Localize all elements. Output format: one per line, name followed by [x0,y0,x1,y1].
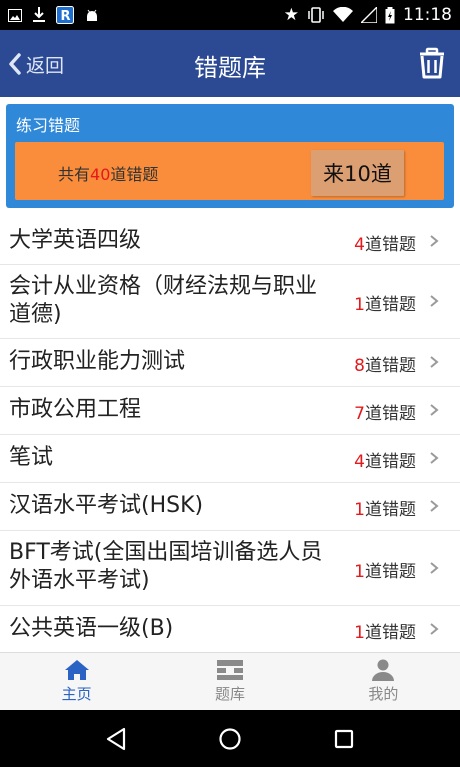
status-left-icons: R [8,6,100,24]
item-name: 公共英语一级(B) [9,616,174,641]
item-count: 7道错题 [354,399,416,424]
count-number: 4 [354,452,365,472]
count-suffix: 道错题 [365,356,416,376]
item-count: 1道错题 [354,495,416,520]
chevron-right-icon [430,356,439,368]
vibrate-icon [308,7,324,23]
count-number: 1 [354,562,365,582]
svg-text:R: R [61,9,71,24]
list-item[interactable]: 笔试 4道错题 [0,435,460,483]
list-item[interactable]: 公共英语一级(B) 1道错题 [0,606,460,652]
home-icon [64,660,89,680]
wrong-question-list: 大学英语四级 4道错题 会计从业资格（财经法规与职业道德) 1道错题 行政职业能… [0,218,460,652]
summary-count: 40 [90,165,111,184]
chevron-right-icon [430,235,439,247]
practice-title: 练习错题 [16,116,81,135]
delete-button[interactable] [416,46,448,80]
count-suffix: 道错题 [365,623,416,643]
system-nav-bar [0,710,460,767]
download-icon [33,7,45,22]
page-title: 错题库 [194,54,266,82]
item-name: 汉语水平考试(HSK) [9,493,204,518]
content-area: 练习错题 共有40道错题 来10道 大学英语四级 4道错题 会计从业资格（财经法… [0,97,460,652]
item-count: 4道错题 [354,230,416,255]
recents-square-icon[interactable] [333,728,355,750]
practice-card: 练习错题 共有40道错题 来10道 [6,104,454,208]
practice-summary-bar: 共有40道错题 来10道 [15,142,444,200]
summary-prefix: 共有 [58,165,91,184]
chevron-right-icon [430,500,439,512]
count-number: 8 [354,356,365,376]
item-name: BFT考试(全国出国培训备选人员外语水平考试) [9,540,323,593]
wifi-icon [333,7,353,22]
tab-label: 题库 [214,685,245,703]
back-triangle-icon[interactable] [105,727,127,751]
count-number: 4 [354,235,365,255]
star-icon: ★ [283,5,299,25]
item-name: 大学英语四级 [9,228,142,253]
status-right-icons: ★ 11:18 [284,5,452,25]
nav-bar: 返回 错题库 [0,30,460,97]
item-count: 8道错题 [354,351,416,376]
status-time: 11:18 [403,5,452,25]
item-name: 行政职业能力测试 [9,349,186,374]
list-item[interactable]: BFT考试(全国出国培训备选人员外语水平考试) 1道错题 [0,531,460,606]
practice-ten-button[interactable]: 来10道 [311,150,404,196]
count-number: 1 [354,623,365,643]
list-item[interactable]: 汉语水平考试(HSK) 1道错题 [0,483,460,531]
list-item[interactable]: 大学英语四级 4道错题 [0,218,460,265]
item-name: 笔试 [9,445,54,470]
list-item[interactable]: 会计从业资格（财经法规与职业道德) 1道错题 [0,265,460,339]
item-count: 1道错题 [354,557,416,582]
tab-home[interactable]: 主页 [0,653,153,710]
item-count: 1道错题 [354,290,416,315]
item-count: 1道错题 [354,618,416,643]
tab-question-bank[interactable]: 题库 [153,653,306,710]
tab-label: 主页 [61,685,92,703]
item-name: 市政公用工程 [9,397,142,422]
chevron-right-icon [430,295,439,307]
tab-bar: 主页 题库 我的 [0,652,460,710]
r-app-icon: R [56,6,74,24]
chevron-right-icon [430,562,439,574]
signal-icon [361,7,377,23]
count-suffix: 道错题 [365,235,416,255]
image-icon [8,8,22,22]
list-item[interactable]: 市政公用工程 7道错题 [0,387,460,435]
chevron-right-icon [430,623,439,635]
item-count: 4道错题 [354,447,416,472]
count-number: 1 [354,500,365,520]
chevron-right-icon [430,404,439,416]
android-icon [87,9,97,21]
count-number: 1 [354,295,365,315]
person-icon [372,659,395,681]
tab-profile[interactable]: 我的 [307,653,460,710]
count-suffix: 道错题 [365,295,416,315]
practice-summary: 共有40道错题 [58,161,158,185]
chevron-right-icon [430,452,439,464]
battery-icon [385,6,395,23]
summary-suffix: 道错题 [110,165,159,184]
trash-icon [420,47,444,79]
list-item[interactable]: 行政职业能力测试 8道错题 [0,339,460,387]
item-name: 会计从业资格（财经法规与职业道德) [9,274,318,327]
count-suffix: 道错题 [365,500,416,520]
count-suffix: 道错题 [365,562,416,582]
count-suffix: 道错题 [365,452,416,472]
status-bar: R ★ 11:18 [0,0,460,30]
count-suffix: 道错题 [365,404,416,424]
question-bank-icon [216,660,243,680]
home-circle-icon[interactable] [218,727,242,751]
count-number: 7 [354,404,365,424]
tab-label: 我的 [368,685,399,703]
